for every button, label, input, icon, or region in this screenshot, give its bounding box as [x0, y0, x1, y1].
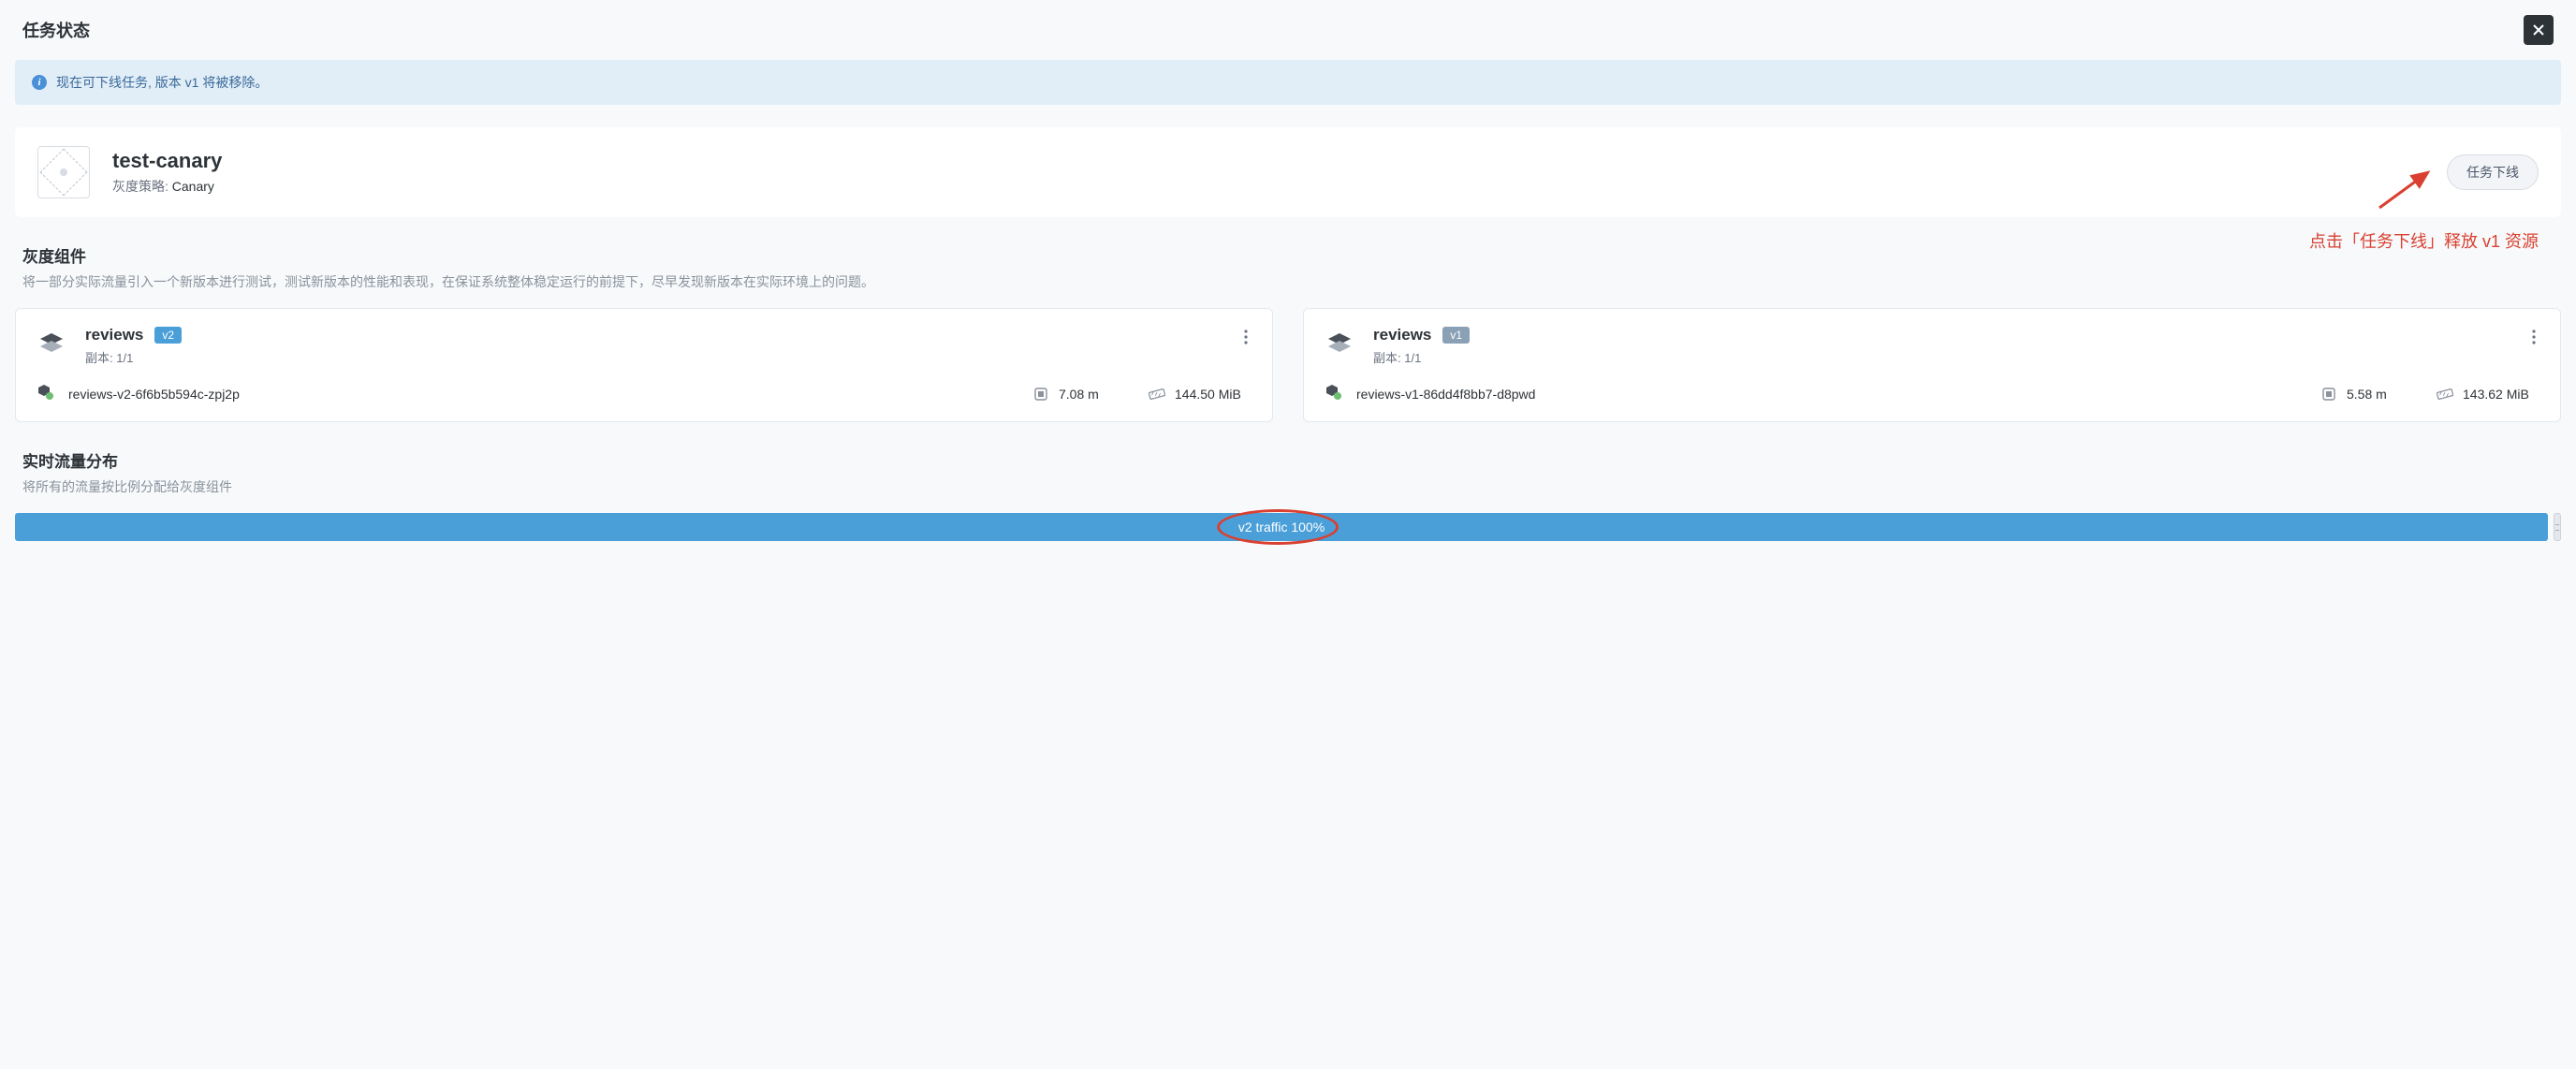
cpu-icon	[2320, 386, 2337, 403]
pod-name: reviews-v1-86dd4f8bb7-d8pwd	[1356, 387, 2307, 402]
memory-icon	[2437, 386, 2453, 403]
component-card-v1: reviews v1 副本: 1/1	[1303, 308, 2561, 422]
component-name: reviews	[85, 326, 143, 344]
pod-status-icon	[37, 383, 55, 404]
section-title-components: 灰度组件	[15, 243, 2561, 267]
section-title-traffic: 实时流量分布	[15, 448, 2561, 472]
task-strategy: 灰度策略: Canary	[112, 177, 222, 196]
gray-components-section: 灰度组件 将一部分实际流量引入一个新版本进行测试，测试新版本的性能和表现，在保证…	[15, 243, 2561, 422]
cpu-value: 7.08 m	[1059, 387, 1099, 402]
info-banner-text: 现在可下线任务, 版本 v1 将被移除。	[56, 73, 268, 92]
task-header-left: test-canary 灰度策略: Canary	[37, 146, 222, 198]
task-name: test-canary	[112, 149, 222, 173]
pod-name: reviews-v2-6f6b5b594c-zpj2p	[68, 387, 1019, 402]
cpu-value: 5.58 m	[2347, 387, 2387, 402]
close-button[interactable]	[2524, 15, 2554, 45]
layers-icon	[37, 329, 66, 359]
close-icon	[2531, 22, 2546, 37]
replica-text: 副本: 1/1	[85, 348, 182, 366]
layers-icon	[1325, 329, 1354, 359]
more-menu-button[interactable]	[2528, 326, 2539, 351]
modal-title: 任务状态	[22, 18, 90, 42]
pod-row: reviews-v1-86dd4f8bb7-d8pwd 5.58 m 143.6…	[1325, 383, 2539, 404]
annotation-arrow	[2374, 167, 2439, 216]
more-menu-button[interactable]	[1240, 326, 1251, 351]
version-badge: v1	[1442, 327, 1470, 344]
strategy-value: Canary	[172, 179, 214, 194]
traffic-section: 实时流量分布 将所有的流量按比例分配给灰度组件 v2 traffic 100%	[15, 448, 2561, 541]
pod-status-icon	[1325, 383, 1343, 404]
traffic-drag-handle[interactable]	[2554, 513, 2561, 541]
info-banner: i 现在可下线任务, 版本 v1 将被移除。	[15, 60, 2561, 105]
task-header-card: test-canary 灰度策略: Canary 任务下线 点击「任务下线」释放…	[15, 127, 2561, 217]
cpu-icon	[1032, 386, 1049, 403]
section-desc-traffic: 将所有的流量按比例分配给灰度组件	[15, 477, 2561, 496]
app-icon	[37, 146, 90, 198]
component-card-v2: reviews v2 副本: 1/1	[15, 308, 1273, 422]
version-badge: v2	[154, 327, 182, 344]
task-offline-button[interactable]: 任务下线	[2447, 154, 2539, 190]
more-vertical-icon	[1244, 329, 1248, 344]
components-grid: reviews v2 副本: 1/1	[15, 308, 2561, 422]
traffic-bar-label: v2 traffic 100%	[1238, 520, 1325, 534]
pod-row: reviews-v2-6f6b5b594c-zpj2p 7.08 m 144.5…	[37, 383, 1251, 404]
component-name: reviews	[1373, 326, 1431, 344]
replica-text: 副本: 1/1	[1373, 348, 1470, 366]
memory-value: 143.62 MiB	[2463, 387, 2529, 402]
traffic-bar[interactable]: v2 traffic 100%	[15, 513, 2548, 541]
traffic-bar-wrapper: v2 traffic 100%	[15, 513, 2561, 541]
more-vertical-icon	[2532, 329, 2536, 344]
memory-icon	[1149, 386, 1165, 403]
memory-value: 144.50 MiB	[1175, 387, 1241, 402]
strategy-label: 灰度策略:	[112, 179, 172, 194]
modal-header: 任务状态	[0, 0, 2576, 60]
section-desc-components: 将一部分实际流量引入一个新版本进行测试，测试新版本的性能和表现，在保证系统整体稳…	[15, 272, 2561, 291]
info-icon: i	[32, 75, 47, 90]
